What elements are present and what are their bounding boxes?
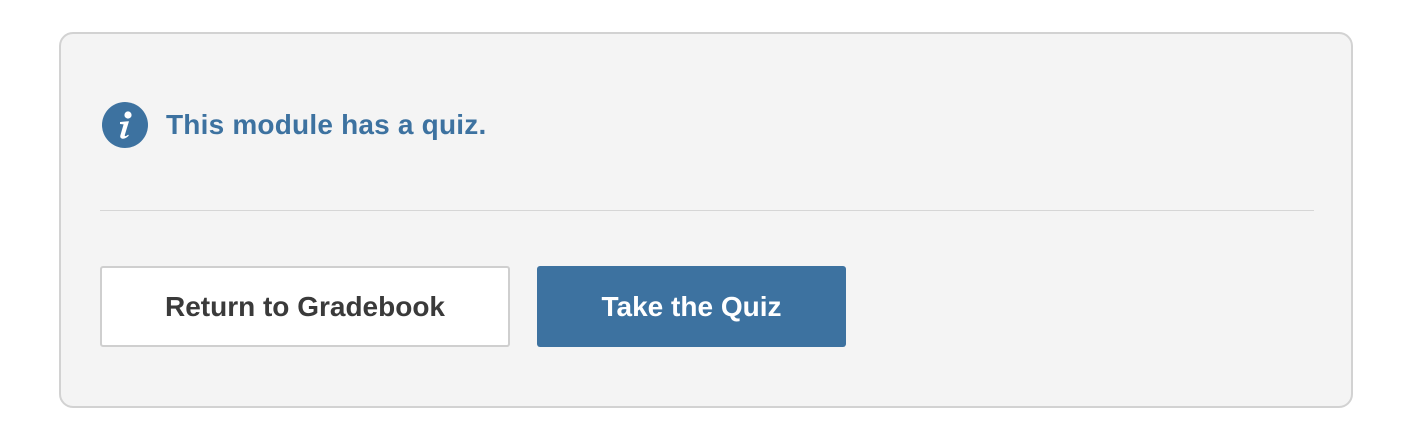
- info-icon: [102, 102, 148, 148]
- return-to-gradebook-button[interactable]: Return to Gradebook: [100, 266, 510, 347]
- take-quiz-button[interactable]: Take the Quiz: [537, 266, 846, 347]
- quiz-notice: This module has a quiz.: [102, 102, 486, 148]
- notice-message: This module has a quiz.: [166, 109, 487, 140]
- divider: [100, 210, 1314, 211]
- quiz-notice-panel: This module has a quiz. Return to Gradeb…: [59, 32, 1353, 408]
